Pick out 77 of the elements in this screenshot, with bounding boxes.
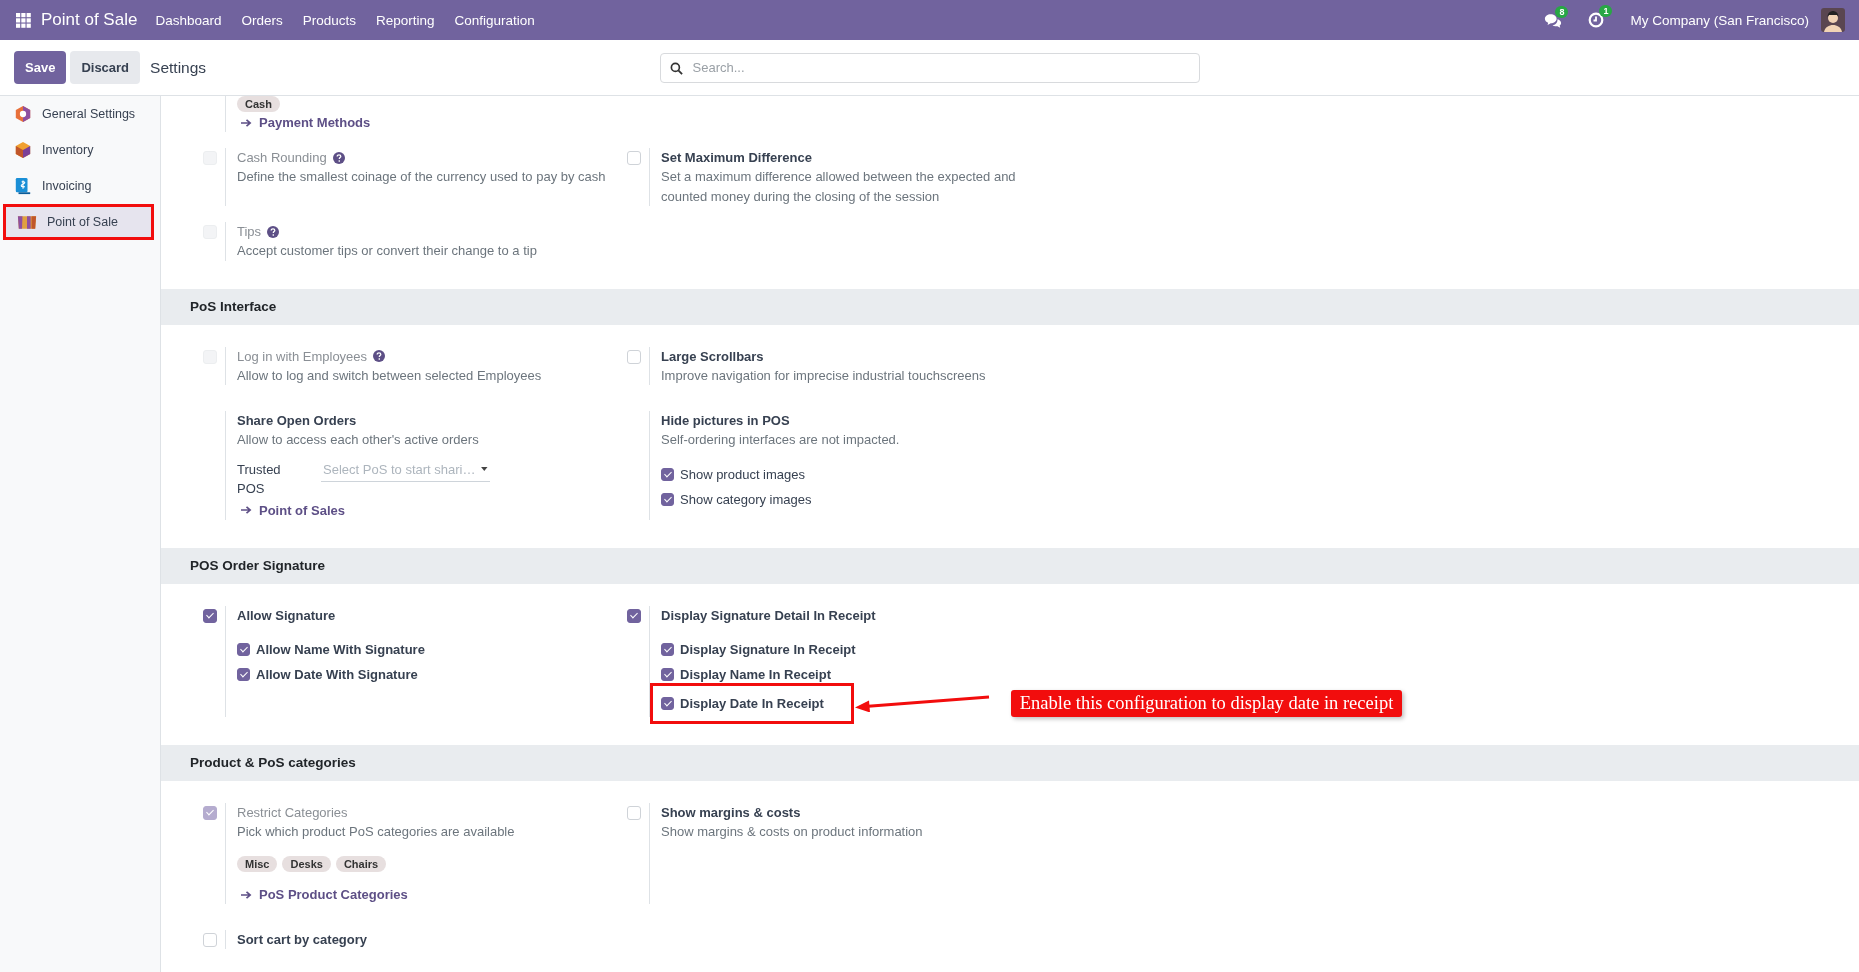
setting-description: Allow to access each other's active orders (237, 431, 479, 449)
hexagon-icon (14, 105, 32, 123)
setting-title: Large Scrollbars (661, 347, 764, 366)
setting-description: Allow to log and switch between selected Employees (237, 366, 542, 385)
checkbox-label: Display Name In Receipt (680, 665, 831, 684)
setting-title: Set Maximum Difference (661, 149, 812, 167)
setting-description: Self-ordering interfaces are not impacted. (661, 431, 900, 449)
settings-link[interactable]: Payment Methods (237, 113, 371, 132)
checkbox-label: Show category images (680, 490, 812, 509)
sidebar-item[interactable]: Invoicing (0, 168, 160, 204)
setting-title: Display Signature Detail In Receipt (661, 606, 876, 625)
setting-title: Share Open Orders (237, 412, 357, 430)
settings-link[interactable]: Point of Sales (237, 500, 345, 520)
message-count-badge: 8 (1555, 5, 1569, 18)
tag: Chairs (335, 856, 387, 872)
setting-title: Cash Rounding (237, 149, 327, 167)
tag: Cash (237, 96, 280, 112)
setting-description: Pick which product PoS categories are available (237, 822, 515, 841)
checkbox[interactable] (627, 608, 641, 623)
user-avatar[interactable] (1821, 8, 1845, 32)
app-menu-icon[interactable] (16, 12, 31, 28)
menu-item[interactable]: Products (302, 12, 356, 28)
sidebar-item[interactable]: Point of Sale (3, 204, 154, 240)
search-icon (669, 61, 683, 75)
activity-count-badge: 1 (1599, 5, 1613, 17)
menu-item[interactable]: Dashboard (155, 12, 222, 28)
arrow-right-icon (241, 505, 252, 515)
section-header: POS Order Signature (161, 547, 1859, 584)
caret-icon (481, 467, 488, 471)
checkbox[interactable] (661, 696, 674, 710)
menu-item[interactable]: Orders (241, 12, 283, 28)
field-label: Trusted POS (237, 460, 282, 498)
save-button[interactable]: Save (14, 51, 67, 84)
checkbox[interactable] (661, 467, 674, 481)
checkbox[interactable] (661, 492, 674, 506)
setting-title: Restrict Categories (237, 803, 348, 822)
section-header: PoS Interface (161, 288, 1859, 325)
checkbox-label: Allow Name With Signature (256, 640, 425, 659)
setting-title: Tips (237, 223, 262, 241)
setting-description: Show margins & costs on product information (661, 822, 923, 841)
setting-description: Set a maximum difference allowed between the expected and counted money during the closing of the session (661, 168, 1017, 206)
tag: Misc (237, 856, 278, 872)
checkbox[interactable] (661, 642, 674, 656)
app-name[interactable]: Point of Sale (41, 10, 138, 30)
shop-awning-icon (17, 213, 37, 231)
menu-item[interactable]: Reporting (376, 12, 435, 28)
checkbox[interactable] (237, 642, 250, 656)
setting-title: Sort cart by category (237, 931, 368, 949)
setting-title: Allow Signature (237, 606, 336, 625)
setting-description: Improve navigation for imprecise industrial touchscreens (661, 366, 986, 385)
breadcrumb: Settings (150, 58, 207, 77)
search-field[interactable]: Search... (659, 52, 1200, 83)
sidebar-item[interactable]: General Settings (0, 96, 160, 132)
setting-title: Hide pictures in POS (661, 412, 790, 430)
clock-icon[interactable] (1588, 12, 1605, 28)
sidebar-item[interactable]: Inventory (0, 132, 160, 168)
setting-description: Define the smallest coinage of the currency used to pay by cash (237, 168, 606, 186)
setting-title: Log in with Employees (237, 347, 368, 366)
checkbox-label: Display Signature In Receipt (680, 640, 856, 659)
cube-icon (14, 141, 32, 159)
arrow-right-icon (241, 117, 252, 128)
arrow-right-icon (241, 889, 252, 900)
checkbox-label: Allow Date With Signature (256, 665, 418, 684)
discard-button[interactable]: Discard (70, 51, 141, 84)
checkbox-label: Display Date In Receipt (680, 694, 824, 713)
checkbox[interactable] (237, 667, 250, 681)
checkbox-label: Show product images (680, 465, 805, 484)
company-switcher[interactable]: My Company (San Francisco) (1630, 12, 1809, 28)
setting-title: Show margins & costs (661, 803, 801, 822)
annotation-callout: Enable this configuration to display date in receipt (1010, 689, 1403, 717)
menu-item[interactable]: Configuration (454, 12, 535, 28)
invoice-icon (14, 177, 32, 195)
checkbox[interactable] (203, 608, 217, 623)
tag: Desks (282, 856, 331, 872)
checkbox[interactable] (661, 667, 674, 681)
setting-description: Accept customer tips or convert their change to a tip (237, 242, 537, 260)
section-header: Product & PoS categories (161, 744, 1859, 781)
